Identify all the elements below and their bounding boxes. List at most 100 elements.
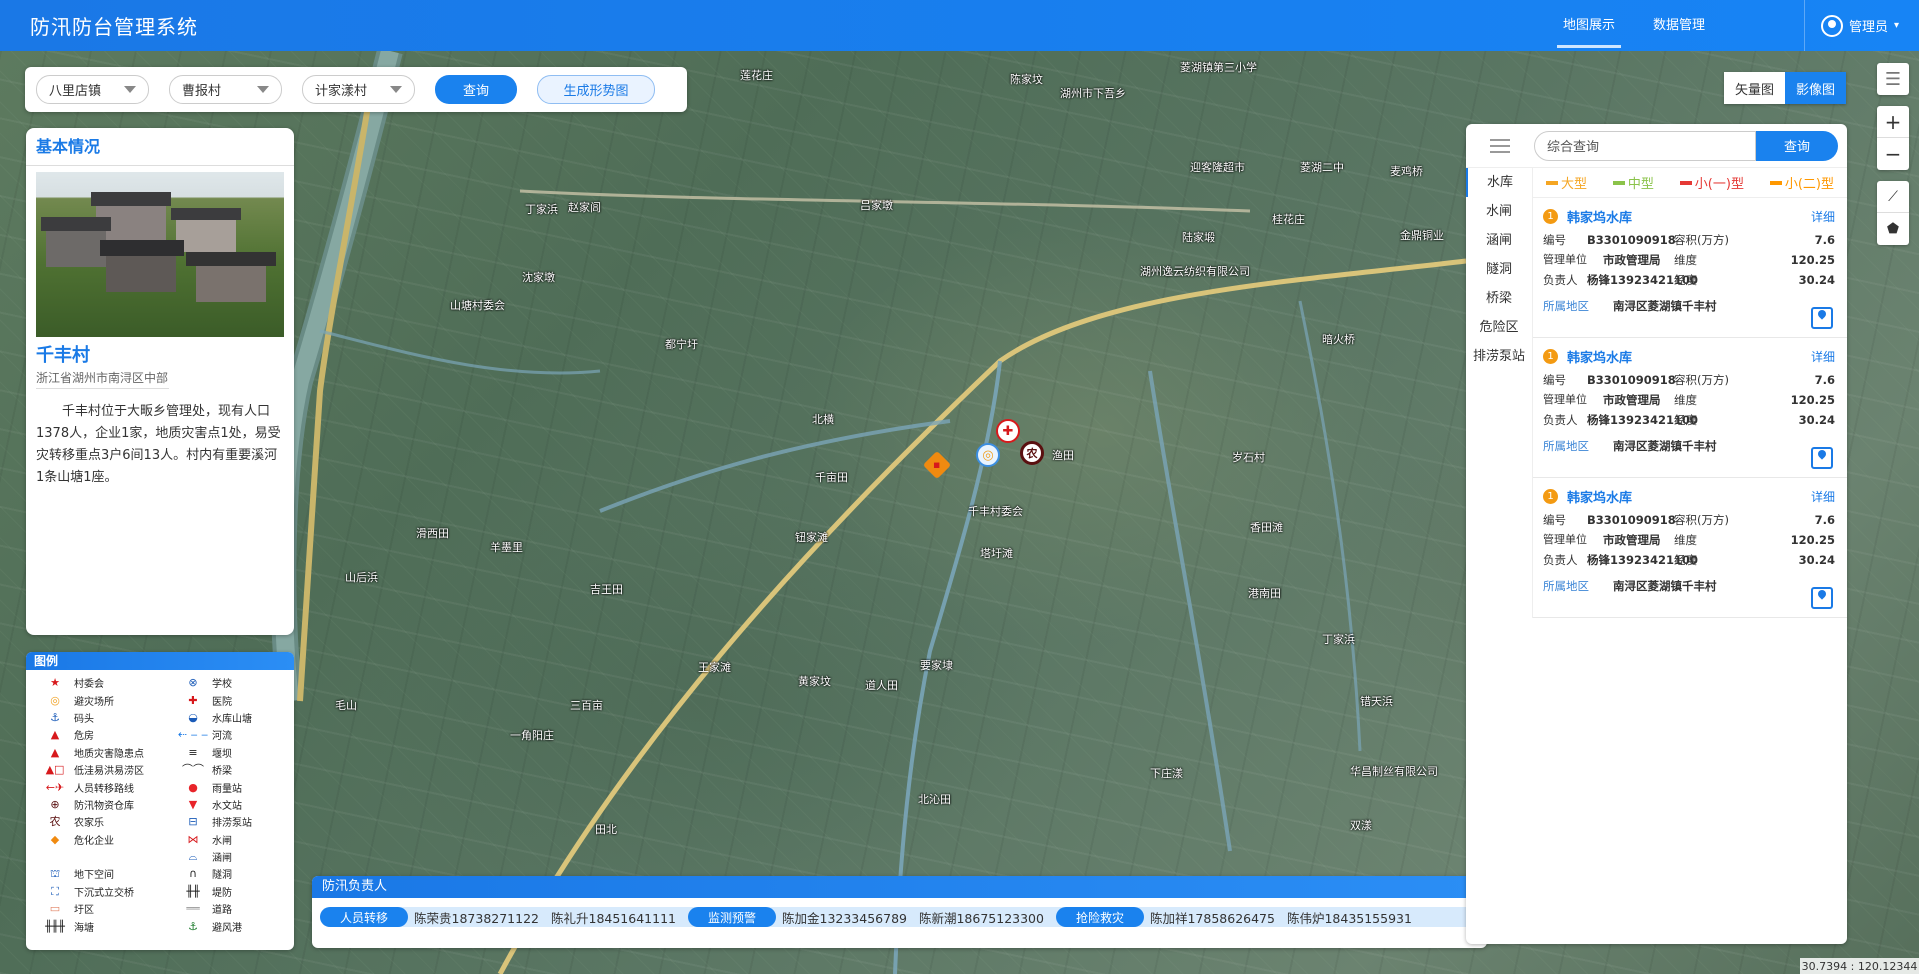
legend-item: ⚓ 码头 xyxy=(44,709,182,726)
nav-data-management[interactable]: 数据管理 xyxy=(1639,0,1719,51)
comprehensive-search-input[interactable]: 综合查询 xyxy=(1534,130,1756,161)
legend-label: 避灾场所 xyxy=(74,696,114,708)
hospital-icon[interactable]: ✚ xyxy=(996,419,1020,443)
legend-label: 海塘 xyxy=(74,922,94,934)
tab-culvert-gate[interactable]: 涵闸 xyxy=(1466,226,1532,255)
app-title: 防汛防台管理系统 xyxy=(30,15,198,39)
personnel-name: 陈荣贵18738271122 xyxy=(414,910,539,926)
village-select-value: 曹报村 xyxy=(182,84,222,99)
reservoir-icon: ◒ xyxy=(188,710,198,724)
map-label: 千丰村委会 xyxy=(968,505,1023,518)
legend-item: ◒ 水库山塘 xyxy=(182,709,294,726)
user-menu[interactable]: 管理员 ▾ xyxy=(1803,0,1899,51)
measure-area-button[interactable]: ⬟ xyxy=(1877,213,1909,245)
reservoir-name[interactable]: 韩家坞水库 xyxy=(1567,347,1632,366)
field-label: 容积(万方) xyxy=(1674,373,1729,387)
field-label: 负责人 xyxy=(1543,273,1578,287)
tab-bridge[interactable]: 桥梁 xyxy=(1466,284,1532,313)
legend-label: 水闸 xyxy=(212,835,232,847)
filter-label: 小(一)型 xyxy=(1694,177,1744,192)
lowland-icon: ▲□ xyxy=(45,763,65,777)
legend-label: 道路 xyxy=(212,905,232,917)
measure-line-button[interactable]: ⟋ xyxy=(1877,181,1909,213)
farm-stay-icon[interactable]: 农 xyxy=(1020,441,1044,465)
reservoir-name[interactable]: 韩家坞水库 xyxy=(1567,487,1632,506)
field-label: 经度 xyxy=(1674,413,1697,427)
management-unit: 市政管理局 xyxy=(1603,393,1661,407)
reservoir-card[interactable]: 1 韩家坞水库 详细 编号 B3301090918 容积(万方) 7.6 管理单… xyxy=(1533,338,1847,478)
sunken-overpass-icon: ⛶ xyxy=(51,884,59,898)
legend-label: 堤防 xyxy=(212,887,232,899)
tab-tunnel[interactable]: 隧洞 xyxy=(1466,255,1532,284)
legend-label: 避风港 xyxy=(212,922,242,934)
reservoir-name[interactable]: 韩家坞水库 xyxy=(1567,207,1632,226)
filter-medium[interactable]: 中型 xyxy=(1612,173,1654,192)
vector-map-button[interactable]: 矢量图 xyxy=(1724,72,1785,104)
nav-map[interactable]: 地图展示 xyxy=(1549,0,1629,51)
reservoir-card[interactable]: 1 韩家坞水库 详细 编号 B3301090918 容积(万方) 7.6 管理单… xyxy=(1533,198,1847,338)
reservoir-code: B3301090918 xyxy=(1587,233,1676,247)
field-label: 所属地区 xyxy=(1543,299,1589,313)
map-locate-icon[interactable] xyxy=(1811,307,1833,329)
zoom-in-button[interactable]: + xyxy=(1877,106,1909,138)
village-select[interactable]: 曹报村 xyxy=(169,75,282,104)
village2-select[interactable]: 计家漾村 xyxy=(302,75,415,104)
tab-danger-zone[interactable]: 危险区 xyxy=(1466,313,1532,342)
town-select[interactable]: 八里店镇 xyxy=(36,75,149,104)
sluice-icon: ⋈ xyxy=(187,832,199,846)
legend-panel: 图例 ★ 村委会 ⊗ 学校 ◎ 避灾场所 ✚ 医院 ⚓ 码头 ◒ 水库山塘 ▲ 危房 ⇠ ‒ ‒ 河流 ▲ 地质灾… xyxy=(26,652,294,950)
legend-item: ←✈ 人员转移路线 xyxy=(44,778,182,795)
map-label: 错天浜 xyxy=(1360,695,1393,708)
layers-button[interactable]: ☰ xyxy=(1877,63,1909,95)
filter-large[interactable]: 大型 xyxy=(1545,173,1587,192)
legend-item: ▲ 危房 xyxy=(44,726,182,743)
shelter-icon[interactable]: ◎ xyxy=(976,443,1000,467)
tab-pump-station[interactable]: 排涝泵站 xyxy=(1466,342,1532,371)
map-label: 道人田 xyxy=(865,679,898,692)
facility-list: 大型 中型 小(一)型 小(二)型 1 韩家坞水库 详细 编号 B3301090… xyxy=(1532,168,1847,618)
facility-tabs: 水库 水闸 涵闸 隧洞 桥梁 危险区 排涝泵站 xyxy=(1466,168,1532,618)
personnel-title: 防汛负责人 xyxy=(312,876,1487,898)
legend-item: ▲ 地质灾害隐患点 xyxy=(44,744,182,761)
field-label: 编号 xyxy=(1543,373,1566,387)
detail-link[interactable]: 详细 xyxy=(1811,208,1835,225)
legend-label: 雨量站 xyxy=(212,783,242,795)
town-select-value: 八里店镇 xyxy=(49,84,102,99)
zoom-out-button[interactable]: − xyxy=(1877,138,1909,170)
field-label: 管理单位 xyxy=(1543,253,1587,266)
map-label: 菱湖二中 xyxy=(1300,161,1344,174)
geohazard-icon: ▲ xyxy=(50,745,60,759)
reservoir-card[interactable]: 1 韩家坞水库 详细 编号 B3301090918 容积(万方) 7.6 管理单… xyxy=(1533,478,1847,618)
legend-label: 地质灾害隐患点 xyxy=(74,748,144,760)
reservoir-latitude: 30.24 xyxy=(1798,553,1835,567)
draw-tools: ⟋ ⬟ xyxy=(1877,181,1909,245)
map-locate-icon[interactable] xyxy=(1811,447,1833,469)
detail-link[interactable]: 详细 xyxy=(1811,488,1835,505)
generate-situation-map-button[interactable]: 生成形势图 xyxy=(537,75,655,104)
reservoir-longitude: 120.25 xyxy=(1790,533,1835,547)
map-locate-icon[interactable] xyxy=(1811,587,1833,609)
legend-label: 低洼易洪易涝区 xyxy=(74,766,144,778)
map-label: 滑西田 xyxy=(416,527,449,540)
legend-label: 隧洞 xyxy=(212,870,232,882)
map-label: 陈家坟 xyxy=(1010,73,1043,86)
filter-small-1[interactable]: 小(一)型 xyxy=(1679,173,1744,192)
list-menu-icon[interactable] xyxy=(1466,124,1534,168)
road-icon: ══ xyxy=(186,902,200,916)
legend-label: 医院 xyxy=(212,696,232,708)
tab-sluice[interactable]: 水闸 xyxy=(1466,197,1532,226)
detail-link[interactable]: 详细 xyxy=(1811,348,1835,365)
filter-small-2[interactable]: 小(二)型 xyxy=(1769,173,1834,192)
side-search-button[interactable]: 查询 xyxy=(1756,130,1838,161)
reservoir-cards: 1 韩家坞水库 详细 编号 B3301090918 容积(万方) 7.6 管理单… xyxy=(1533,198,1847,618)
tab-reservoir[interactable]: 水库 xyxy=(1466,168,1532,197)
legend-title: 图例 xyxy=(26,652,294,670)
legend-item: ⌒⌒ 桥梁 xyxy=(182,761,294,778)
legend-item: ⊗ 学校 xyxy=(182,674,294,691)
field-label: 经度 xyxy=(1674,273,1697,287)
reservoir-latitude: 30.24 xyxy=(1798,273,1835,287)
satellite-map-button[interactable]: 影像图 xyxy=(1785,72,1846,104)
query-button[interactable]: 查询 xyxy=(435,75,517,104)
village-photo xyxy=(36,172,284,337)
map-label: 黄家坟 xyxy=(798,675,831,688)
